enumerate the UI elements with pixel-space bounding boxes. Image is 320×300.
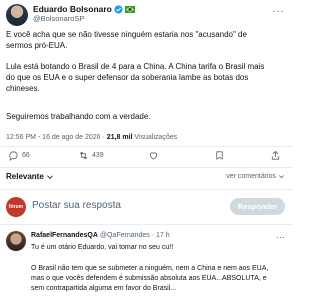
more-icon[interactable]: ··· <box>276 232 285 242</box>
comment-header: RafaelFernandesQA @QaFernandes · 17 h <box>31 232 170 239</box>
divider <box>0 167 293 168</box>
author-avatar[interactable] <box>6 4 28 26</box>
bookmark-icon <box>216 151 223 160</box>
verified-badge-icon <box>114 4 123 14</box>
chevron-down-icon <box>279 175 284 179</box>
post-time[interactable]: 12:56 PM - 16 de ago de 2026 · <box>6 134 107 141</box>
reply-input[interactable]: Postar sua resposta <box>32 200 121 211</box>
divider <box>0 189 293 190</box>
sort-dropdown[interactable]: Relevante <box>6 172 54 181</box>
reply-avatar: fórum <box>6 197 26 217</box>
like-icon <box>149 152 158 160</box>
post-meta: 12:56 PM - 16 de ago de 2026 · 21,8 mil … <box>6 134 177 141</box>
reply-avatar-text: fórum <box>8 204 24 210</box>
share-button[interactable] <box>270 150 281 161</box>
reply-button[interactable]: 66 <box>8 150 30 161</box>
comments-toggle-label: ver comentários <box>226 173 276 180</box>
sort-label: Relevante <box>6 172 44 181</box>
repost-icon <box>79 151 88 160</box>
author-handle[interactable]: @BolsonaroSP <box>33 14 84 23</box>
comment-text: O Brasil não tem que se submeter a ningu… <box>31 265 269 292</box>
repost-count: 439 <box>92 152 104 159</box>
chevron-down-icon <box>47 175 53 179</box>
comment-handle[interactable]: @QaFernandes · 17 h <box>100 232 170 239</box>
action-bar: 66 439 <box>0 148 293 166</box>
reply-icon <box>9 151 18 161</box>
share-icon <box>271 150 280 160</box>
bookmark-button[interactable] <box>214 150 228 161</box>
comments-toggle[interactable]: ver comentários <box>226 173 285 180</box>
reply-count: 66 <box>22 152 30 159</box>
author-name[interactable]: Eduardo Bolsonaro <box>33 4 112 14</box>
more-icon[interactable]: ··· <box>272 6 285 17</box>
like-button[interactable] <box>148 150 162 161</box>
divider <box>0 224 293 225</box>
post-paragraph: Seguiremos trabalhando com a verdade. <box>6 112 151 121</box>
post-paragraph: Lula está botando o Brasil de 4 para a C… <box>6 62 265 93</box>
views-label: Visualizações <box>132 134 178 141</box>
comment-author[interactable]: RafaelFernandesQA <box>31 232 98 239</box>
views-count: 21,8 mil <box>106 134 133 141</box>
post-paragraph: E você acha que se não tivesse ninguém e… <box>6 30 247 50</box>
author-name-row[interactable]: Eduardo Bolsonaro <box>33 4 135 14</box>
brazil-flag-icon <box>124 5 135 13</box>
comment-text: Tu é um otário Eduardo, vai tomar no seu… <box>31 244 174 251</box>
reply-submit-button[interactable]: Responder <box>230 198 285 215</box>
divider <box>0 146 293 147</box>
comment-avatar[interactable] <box>6 231 26 251</box>
repost-button[interactable]: 439 <box>78 150 104 161</box>
